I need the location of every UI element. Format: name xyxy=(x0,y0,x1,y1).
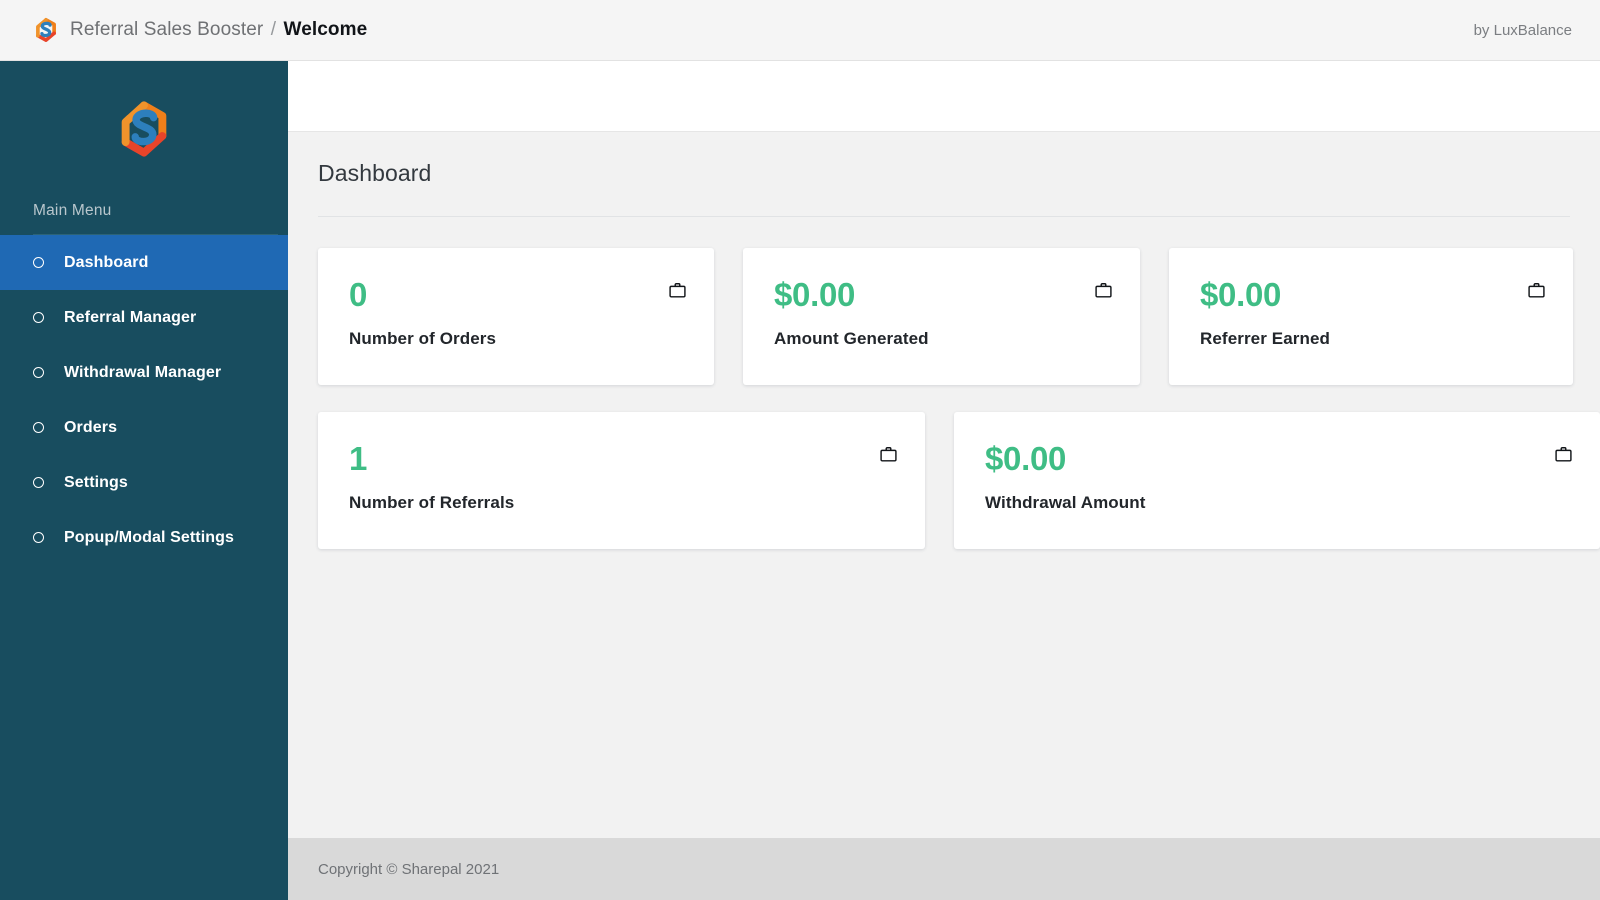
stat-card-number-of-orders[interactable]: 0 Number of Orders xyxy=(318,248,714,385)
stat-card-number-of-referrals[interactable]: 1 Number of Referrals xyxy=(318,412,925,549)
stat-card-row: 0 Number of Orders $0.00 Amount Generate… xyxy=(318,248,1600,385)
stat-card-row: 1 Number of Referrals $0.00 Withdrawal A… xyxy=(318,412,1600,549)
app-root: Referral Sales Booster / Welcome by LuxB… xyxy=(0,0,1600,900)
footer-copyright: Copyright © Sharepal 2021 xyxy=(318,860,500,878)
sharepal-hex-s-logo-icon xyxy=(33,17,59,43)
briefcase-icon xyxy=(1095,282,1112,298)
top-bar: Referral Sales Booster / Welcome by LuxB… xyxy=(0,0,1600,61)
sidebar-menu-heading: Main Menu xyxy=(33,202,112,219)
sidebar-item-label: Settings xyxy=(64,473,128,491)
sidebar-logo-container xyxy=(0,61,288,196)
circle-bullet-icon xyxy=(33,477,44,488)
stat-card-referrer-earned[interactable]: $0.00 Referrer Earned xyxy=(1169,248,1573,385)
stat-card-withdrawal-amount[interactable]: $0.00 Withdrawal Amount xyxy=(954,412,1600,549)
breadcrumb-separator: / xyxy=(270,19,277,40)
circle-bullet-icon xyxy=(33,257,44,268)
breadcrumb: Referral Sales Booster / Welcome xyxy=(33,17,367,43)
circle-bullet-icon xyxy=(33,422,44,433)
stat-value: $0.00 xyxy=(1200,276,1282,313)
sidebar-item-withdrawal-manager[interactable]: Withdrawal Manager xyxy=(0,345,288,400)
stat-value: 1 xyxy=(349,440,368,477)
circle-bullet-icon xyxy=(33,367,44,378)
briefcase-icon xyxy=(1555,446,1572,462)
stat-label: Amount Generated xyxy=(774,329,929,348)
sidebar: Main Menu Dashboard Referral Manager Wit… xyxy=(0,61,288,900)
stat-card-amount-generated[interactable]: $0.00 Amount Generated xyxy=(743,248,1140,385)
stat-card-grid: 0 Number of Orders $0.00 Amount Generate… xyxy=(288,217,1600,549)
sidebar-item-label: Dashboard xyxy=(64,253,149,271)
footer: Copyright © Sharepal 2021 xyxy=(288,838,1600,900)
sidebar-item-label: Orders xyxy=(64,418,118,436)
sidebar-item-orders[interactable]: Orders xyxy=(0,400,288,455)
briefcase-icon xyxy=(1528,282,1545,298)
content-toolbar xyxy=(288,61,1600,132)
sidebar-menu: Dashboard Referral Manager Withdrawal Ma… xyxy=(0,235,288,565)
content-area: Dashboard 0 Number of Orders $0.00 Amoun… xyxy=(288,61,1600,900)
stat-label: Withdrawal Amount xyxy=(985,493,1146,512)
circle-bullet-icon xyxy=(33,312,44,323)
sidebar-item-dashboard[interactable]: Dashboard xyxy=(0,235,288,290)
sidebar-item-label: Popup/Modal Settings xyxy=(64,528,234,546)
briefcase-icon xyxy=(669,282,686,298)
stat-label: Number of Referrals xyxy=(349,493,515,512)
sidebar-item-label: Referral Manager xyxy=(64,308,197,326)
stat-label: Number of Orders xyxy=(349,329,497,348)
vendor-credit: by LuxBalance xyxy=(1473,21,1572,39)
sidebar-item-popup-modal-settings[interactable]: Popup/Modal Settings xyxy=(0,510,288,565)
sidebar-item-settings[interactable]: Settings xyxy=(0,455,288,510)
stat-value: 0 xyxy=(349,276,368,313)
sidebar-item-label: Withdrawal Manager xyxy=(64,363,222,381)
breadcrumb-current-page: Welcome xyxy=(283,19,368,40)
app-name: Referral Sales Booster xyxy=(70,19,264,40)
stat-label: Referrer Earned xyxy=(1200,329,1331,348)
circle-bullet-icon xyxy=(33,532,44,543)
page-header: Dashboard xyxy=(288,132,1600,217)
breadcrumb-text: Referral Sales Booster / Welcome xyxy=(70,19,367,41)
sharepal-hex-s-logo-icon xyxy=(116,98,172,160)
briefcase-icon xyxy=(880,446,897,462)
sidebar-item-referral-manager[interactable]: Referral Manager xyxy=(0,290,288,345)
stat-value: $0.00 xyxy=(985,440,1067,477)
stat-value: $0.00 xyxy=(774,276,856,313)
page-title: Dashboard xyxy=(318,160,432,186)
